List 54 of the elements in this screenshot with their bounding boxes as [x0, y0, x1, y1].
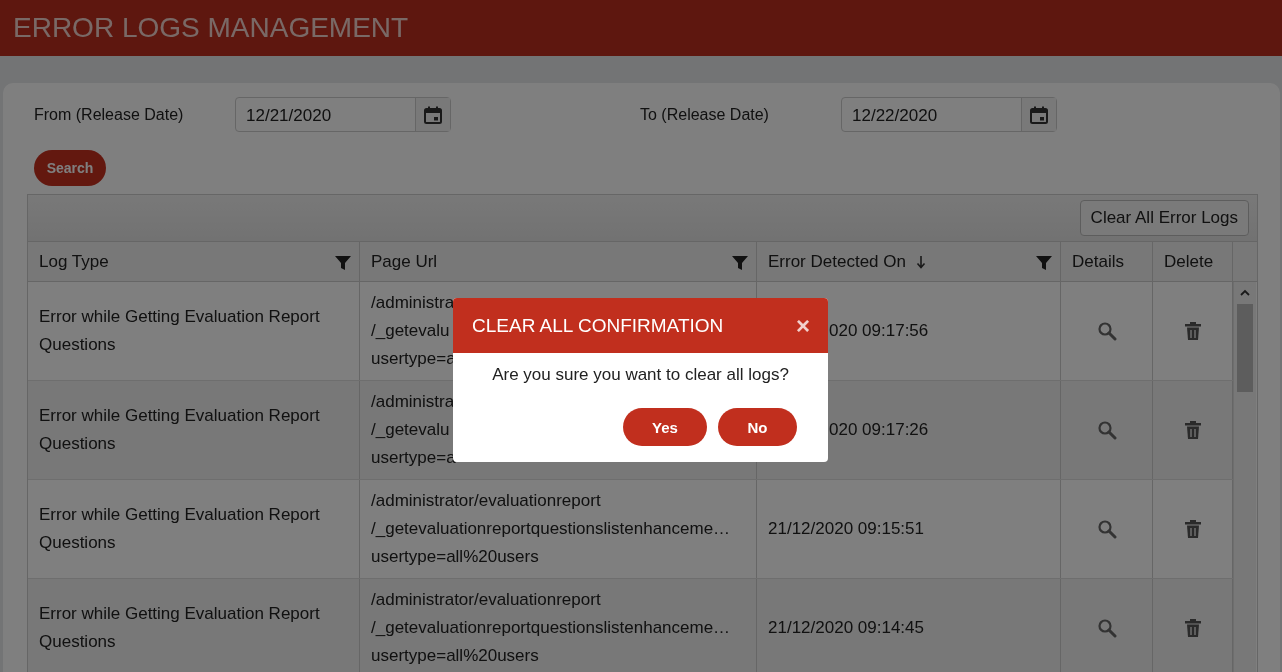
table-cell-text: Error while Getting Evaluation Report Questions: [39, 504, 321, 554]
page-title: ERROR LOGS MANAGEMENT: [13, 12, 409, 44]
date-field[interactable]: 12/21/2020: [235, 97, 451, 132]
scrollbar[interactable]: [1233, 282, 1256, 672]
table-cell-text: 21/12/2020 09:15:51: [768, 518, 924, 540]
table-cell-text: /_getevalu: [371, 419, 450, 441]
search-button[interactable]: Search: [34, 150, 106, 186]
close-button[interactable]: ×: [792, 313, 814, 338]
table-cell-text: usertype=all%20users: [371, 645, 539, 667]
date-label: To (Release Date): [640, 105, 770, 124]
dialog-message: Are you sure you want to clear all logs?: [491, 365, 790, 385]
trash-icon[interactable]: [1183, 618, 1202, 638]
table-cell-text: 020 09:17:56: [829, 320, 929, 342]
scrollbar-thumb[interactable]: [1237, 304, 1253, 392]
cancel-button[interactable]: No: [718, 408, 797, 446]
search-icon[interactable]: [1096, 420, 1117, 440]
table-cell-text: /administra: [371, 292, 455, 314]
column-header[interactable]: Delete: [1153, 242, 1233, 281]
table-cell-text: usertype=a: [371, 447, 456, 469]
table-cell-text: Error while Getting Evaluation Report Questions: [39, 306, 321, 356]
table-cell-text: /administrator/evaluationreport: [371, 490, 601, 512]
filter-icon[interactable]: [1036, 255, 1052, 271]
search-icon[interactable]: [1096, 519, 1117, 539]
date-label: From (Release Date): [34, 105, 185, 124]
table-cell-text: Error while Getting Evaluation Report Questions: [39, 405, 321, 455]
table-cell-text: /administrator/evaluationreport: [371, 589, 601, 611]
table-cell-text: 020 09:17:26: [829, 419, 929, 441]
calendar-icon[interactable]: [423, 104, 443, 125]
table-cell-text: /_getevaluationreportquestionslistenhanceme…: [371, 518, 731, 540]
column-header[interactable]: Error Detected On: [757, 242, 1061, 281]
confirm-button[interactable]: Yes: [623, 408, 707, 446]
table-cell-text: usertype=a: [371, 348, 456, 370]
scroll-up-icon[interactable]: [1240, 289, 1250, 297]
column-header[interactable]: Log Type: [28, 242, 360, 281]
trash-icon[interactable]: [1183, 519, 1202, 539]
filter-icon[interactable]: [732, 255, 748, 271]
search-icon[interactable]: [1096, 618, 1117, 638]
table-cell-text: Error while Getting Evaluation Report Questions: [39, 603, 321, 653]
dialog-title: CLEAR ALL CONFIRMATION: [472, 314, 724, 337]
table-cell-text: usertype=all%20users: [371, 546, 539, 568]
calendar-icon[interactable]: [1029, 104, 1049, 125]
date-field[interactable]: 12/22/2020: [841, 97, 1057, 132]
trash-icon[interactable]: [1183, 420, 1202, 440]
table-cell-text: 21/12/2020 09:14:45: [768, 617, 924, 639]
table-cell-text: /_getevalu: [371, 320, 450, 342]
sort-down-icon[interactable]: [915, 254, 926, 269]
column-header[interactable]: Page Url: [360, 242, 757, 281]
table-cell-text: /administra: [371, 391, 455, 413]
search-icon[interactable]: [1096, 321, 1117, 341]
column-header[interactable]: Details: [1061, 242, 1153, 281]
trash-icon[interactable]: [1183, 321, 1202, 341]
filter-icon[interactable]: [335, 255, 351, 271]
clear-all-button[interactable]: Clear All Error Logs: [1079, 200, 1249, 236]
table-cell-text: /_getevaluationreportquestionslistenhanceme…: [371, 617, 731, 639]
